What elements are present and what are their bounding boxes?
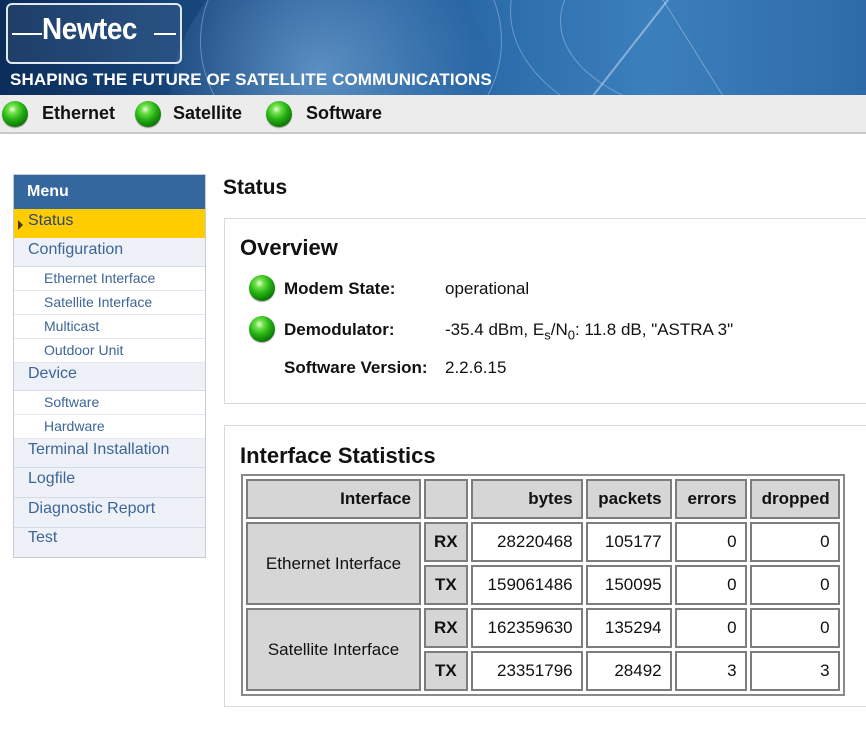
dropped-cell: 3 [749, 651, 840, 691]
demodulator-label: Demodulator: [284, 320, 395, 339]
direction-cell: RX [424, 608, 468, 648]
sidebar-item-label: Configuration [28, 241, 124, 258]
sidebar-item-label: Test [28, 529, 58, 546]
sidebar-menu: Menu Status Configuration Ethernet Inter… [13, 174, 206, 558]
sidebar-item-ethernet-interface[interactable]: Ethernet Interface [14, 267, 205, 291]
interface-name-cell: Satellite Interface [246, 608, 421, 691]
modem-state-label: Modem State: [284, 279, 396, 298]
satellite-status-label: Satellite [173, 103, 243, 123]
sidebar-item-label: Device [28, 365, 77, 382]
sidebar-item-label: Logfile [28, 470, 76, 487]
packets-cell: 150095 [585, 565, 672, 605]
sidebar-item-device[interactable]: Device [14, 363, 205, 391]
bytes-cell: 162359630 [470, 608, 583, 648]
sidebar-item-test[interactable]: Test [14, 528, 205, 556]
demodulator-row [249, 314, 275, 344]
errors-cell: 0 [674, 522, 747, 562]
software-version-value: 2.2.6.15 [445, 358, 507, 377]
ethernet-status-label: Ethernet [42, 103, 116, 123]
sidebar-item-terminal-installation[interactable]: Terminal Installation [14, 439, 205, 468]
demodulator-subscript: 0 [567, 327, 575, 343]
errors-cell: 0 [674, 565, 747, 605]
demodulator-value-mid: /N [550, 320, 568, 339]
software-version-label: Software Version: [284, 358, 428, 377]
arrow-right-icon [18, 220, 23, 230]
sidebar-item-configuration[interactable]: Configuration [14, 238, 205, 267]
column-header-packets: packets [585, 479, 672, 519]
sidebar-item-outdoor-unit[interactable]: Outdoor Unit [14, 339, 205, 363]
menu-title: Menu [14, 175, 205, 209]
bytes-cell: 28220468 [470, 522, 583, 562]
packets-cell: 135294 [585, 608, 672, 648]
dropped-cell: 0 [749, 608, 840, 648]
errors-cell: 0 [674, 608, 747, 648]
sidebar-item-diagnostic-report[interactable]: Diagnostic Report [14, 498, 205, 528]
sidebar-item-status[interactable]: Status [14, 209, 205, 238]
sidebar-item-logfile[interactable]: Logfile [14, 468, 205, 498]
page-title: Status [223, 176, 288, 199]
demodulator-value-suffix: : 11.8 dB, "ASTRA 3" [574, 320, 734, 339]
sidebar-item-label: Software [44, 394, 100, 410]
modem-state-value: operational [445, 279, 530, 298]
sidebar-item-label: Outdoor Unit [44, 342, 124, 358]
header-banner: Newtec SHAPING THE FUTURE OF SATELLITE C… [0, 0, 866, 95]
sidebar-item-label: Multicast [44, 318, 100, 334]
sidebar-item-software[interactable]: Software [14, 391, 205, 415]
logo-text: Newtec [42, 11, 137, 46]
overview-panel: Overview Modem State: operational Demodu… [224, 218, 866, 404]
ethernet-status: Ethernet [2, 95, 115, 132]
demodulator-value-prefix: -35.4 dBm, E [445, 320, 545, 339]
sidebar-item-label: Hardware [44, 418, 105, 434]
green-led-icon [2, 100, 28, 127]
demodulator-value: -35.4 dBm, Es/N0: 11.8 dB, "ASTRA 3" [445, 320, 733, 342]
column-header-direction [424, 479, 468, 519]
software-status-label: Software [306, 103, 383, 123]
packets-cell: 28492 [585, 651, 672, 691]
sidebar-item-label: Status [28, 212, 74, 229]
bytes-cell: 159061486 [470, 565, 583, 605]
direction-cell: TX [424, 565, 468, 605]
overview-title: Overview [240, 235, 338, 260]
green-led-icon [135, 100, 161, 127]
sidebar-item-label: Satellite Interface [44, 294, 153, 310]
status-indicator-bar: Ethernet Satellite Software [0, 95, 866, 134]
satellite-status: Satellite [135, 95, 242, 132]
bytes-cell: 23351796 [470, 651, 583, 691]
sidebar-item-label: Ethernet Interface [44, 270, 156, 286]
table-header-row: Interface bytes packets errors dropped [246, 479, 840, 519]
green-led-icon [266, 100, 292, 127]
tagline: SHAPING THE FUTURE OF SATELLITE COMMUNIC… [10, 70, 492, 89]
modem-state-row [249, 273, 275, 303]
column-header-errors: errors [674, 479, 747, 519]
sidebar-item-hardware[interactable]: Hardware [14, 415, 205, 439]
sidebar-item-multicast[interactable]: Multicast [14, 315, 205, 339]
dropped-cell: 0 [749, 565, 840, 605]
sidebar-item-label: Terminal Installation [28, 441, 170, 458]
column-header-bytes: bytes [470, 479, 583, 519]
interface-statistics-title: Interface Statistics [240, 443, 436, 468]
green-led-icon [249, 316, 275, 342]
logo-line [12, 33, 42, 35]
interface-name-cell: Ethernet Interface [246, 522, 421, 605]
dropped-cell: 0 [749, 522, 840, 562]
column-header-interface: Interface [246, 479, 421, 519]
interface-statistics-panel: Interface Statistics Interface bytes pac… [224, 425, 866, 707]
direction-cell: TX [424, 651, 468, 691]
table-row: Ethernet Interface RX 28220468 105177 0 … [246, 522, 840, 605]
interface-statistics-table: Interface bytes packets errors dropped E… [241, 474, 845, 696]
software-status: Software [266, 95, 382, 132]
direction-cell: RX [424, 522, 468, 562]
table-row: Satellite Interface RX 162359630 135294 … [246, 608, 840, 691]
column-header-dropped: dropped [749, 479, 840, 519]
green-led-icon [249, 275, 275, 301]
packets-cell: 105177 [585, 522, 672, 562]
logo-line [154, 33, 176, 35]
sidebar-item-satellite-interface[interactable]: Satellite Interface [14, 291, 205, 315]
errors-cell: 3 [674, 651, 747, 691]
sidebar-item-label: Diagnostic Report [28, 500, 156, 517]
newtec-logo[interactable]: Newtec [6, 3, 182, 64]
